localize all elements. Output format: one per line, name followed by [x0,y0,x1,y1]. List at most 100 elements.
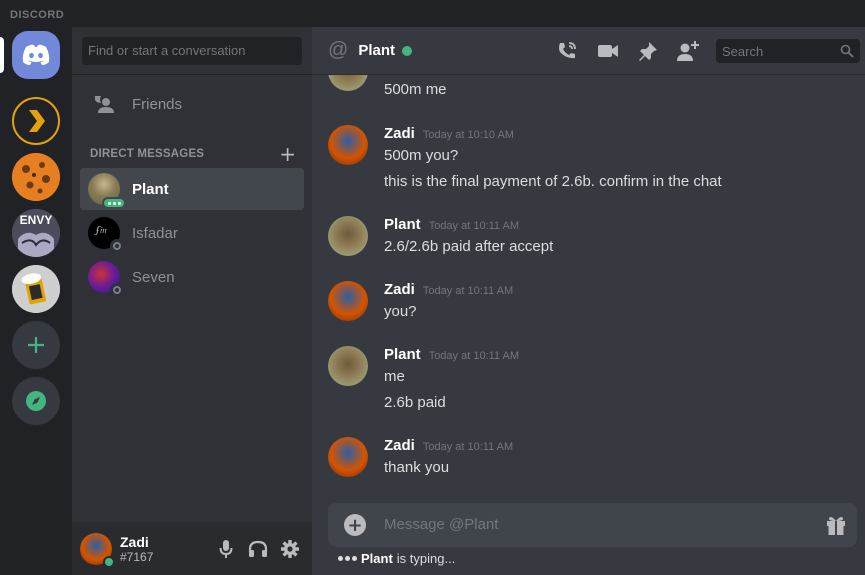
discord-logo-icon [22,44,50,65]
at-icon: @ [328,39,349,61]
typing-indicator [102,197,126,209]
start-video-call-button[interactable] [596,39,620,63]
avatar[interactable] [328,216,368,256]
user-tag: #7167 [120,549,154,564]
title-bar: DISCORD [0,0,865,27]
message-header: Zadi Today at 10:10 AM [384,125,514,142]
message-timestamp: Today at 10:11 AM [422,441,514,453]
avatar[interactable] [328,75,368,91]
message-text: 500m you? [384,147,459,164]
message-author[interactable]: Plant [384,216,421,233]
dm-name: Isfadar [132,224,178,242]
dm-name: Seven [132,268,175,286]
typing-user: Plant [361,551,393,566]
start-voice-call-button[interactable] [555,39,579,63]
message-timestamp: Today at 10:11 AM [422,285,514,297]
chevron-right-icon [29,110,45,132]
user-info[interactable]: Zadi #7167 [120,534,210,564]
home-button[interactable] [12,31,60,79]
deafen-button[interactable] [242,533,274,565]
message-header: Plant Today at 10:11 AM [384,216,519,233]
typing-status: Plant is typing... [338,551,455,566]
compass-icon [26,391,46,411]
search-placeholder: Search [722,44,764,59]
dm-name: Plant [132,180,169,198]
server-beer[interactable] [12,265,60,313]
typing-dots-icon [338,556,357,561]
selected-indicator [0,37,4,73]
create-dm-icon[interactable]: + [279,144,296,164]
add-server-button[interactable] [12,321,60,369]
chat-area: @ Plant Search 500m me Zadi Today at 10:… [312,27,865,575]
online-status-icon [103,555,115,568]
dm-search-bar: Find or start a conversation [72,27,312,75]
avatar[interactable] [328,281,368,321]
message-text: 500m me [384,81,447,98]
avatar[interactable] [328,437,368,477]
dm-sidebar: Find or start a conversation Friends DIR… [72,27,312,575]
chat-recipient-name[interactable]: Plant [358,42,395,59]
online-status-icon [402,45,412,56]
user-avatar[interactable] [80,532,115,568]
message-list: 500m me Zadi Today at 10:10 AM 500m you?… [312,75,865,503]
avatar: ʄ𝔦𝔫 [88,217,124,253]
user-settings-button[interactable] [274,533,306,565]
dm-item-seven[interactable]: Seven [80,256,304,298]
message-timestamp: Today at 10:10 AM [422,129,514,141]
friends-label: Friends [132,95,183,113]
beer-icon [12,265,60,313]
message-input[interactable]: Message @Plant [384,516,498,533]
plus-icon [28,337,44,353]
friends-icon [95,96,114,113]
cookie-icon [12,153,60,201]
message-text: thank you [384,459,450,476]
pinned-messages-button[interactable] [636,39,660,63]
offline-status-icon [110,283,124,297]
message-author[interactable]: Zadi [384,437,415,454]
user-panel: Zadi #7167 [72,522,312,575]
avatar [88,261,124,297]
dm-item-plant[interactable]: Plant [80,168,304,210]
pin-icon [639,42,657,61]
send-gift-button[interactable] [825,514,847,540]
microphone-icon [219,539,233,558]
username: Zadi [120,533,149,550]
server-cookie[interactable] [12,153,60,201]
typing-text: is typing... [396,551,456,566]
message-composer: + Message @Plant [328,503,857,547]
avatar [88,173,126,209]
message-header: Plant Today at 10:11 AM [384,346,519,363]
video-camera-icon [598,45,618,57]
phone-call-icon [559,42,576,59]
find-conversation-input[interactable]: Find or start a conversation [82,37,302,65]
upload-attachment-button[interactable]: + [344,514,366,536]
direct-messages-title: DIRECT MESSAGES [90,148,205,160]
add-friend-to-dm-button[interactable] [676,39,700,63]
message-text: this is the final payment of 2.6b. confi… [384,173,722,190]
message-text: you? [384,303,417,320]
headphones-icon [248,540,268,557]
chat-search-input[interactable]: Search [716,39,860,63]
gift-icon [827,517,845,535]
mute-button[interactable] [210,533,242,565]
explore-servers-button[interactable] [12,377,60,425]
message-author[interactable]: Plant [384,346,421,363]
message-header: Zadi Today at 10:11 AM [384,437,513,454]
friends-nav-item[interactable]: Friends [80,83,304,125]
gear-icon [281,539,299,558]
message-header: Zadi Today at 10:11 AM [384,281,513,298]
direct-messages-header: DIRECT MESSAGES + [90,144,296,164]
message-author[interactable]: Zadi [384,281,415,298]
message-timestamp: Today at 10:11 AM [428,220,519,232]
server-plex[interactable] [12,97,60,145]
avatar[interactable] [328,125,368,165]
search-icon [840,44,854,58]
avatar[interactable] [328,346,368,386]
message-author[interactable]: Zadi [384,125,415,142]
message-text: 2.6b paid [384,394,446,411]
server-envy[interactable]: ENVY [12,209,60,257]
message-text: me [384,368,405,385]
dm-item-isfadar[interactable]: ʄ𝔦𝔫 Isfadar [80,212,304,254]
envy-label: ENVY [19,213,53,227]
offline-status-icon [110,239,124,253]
